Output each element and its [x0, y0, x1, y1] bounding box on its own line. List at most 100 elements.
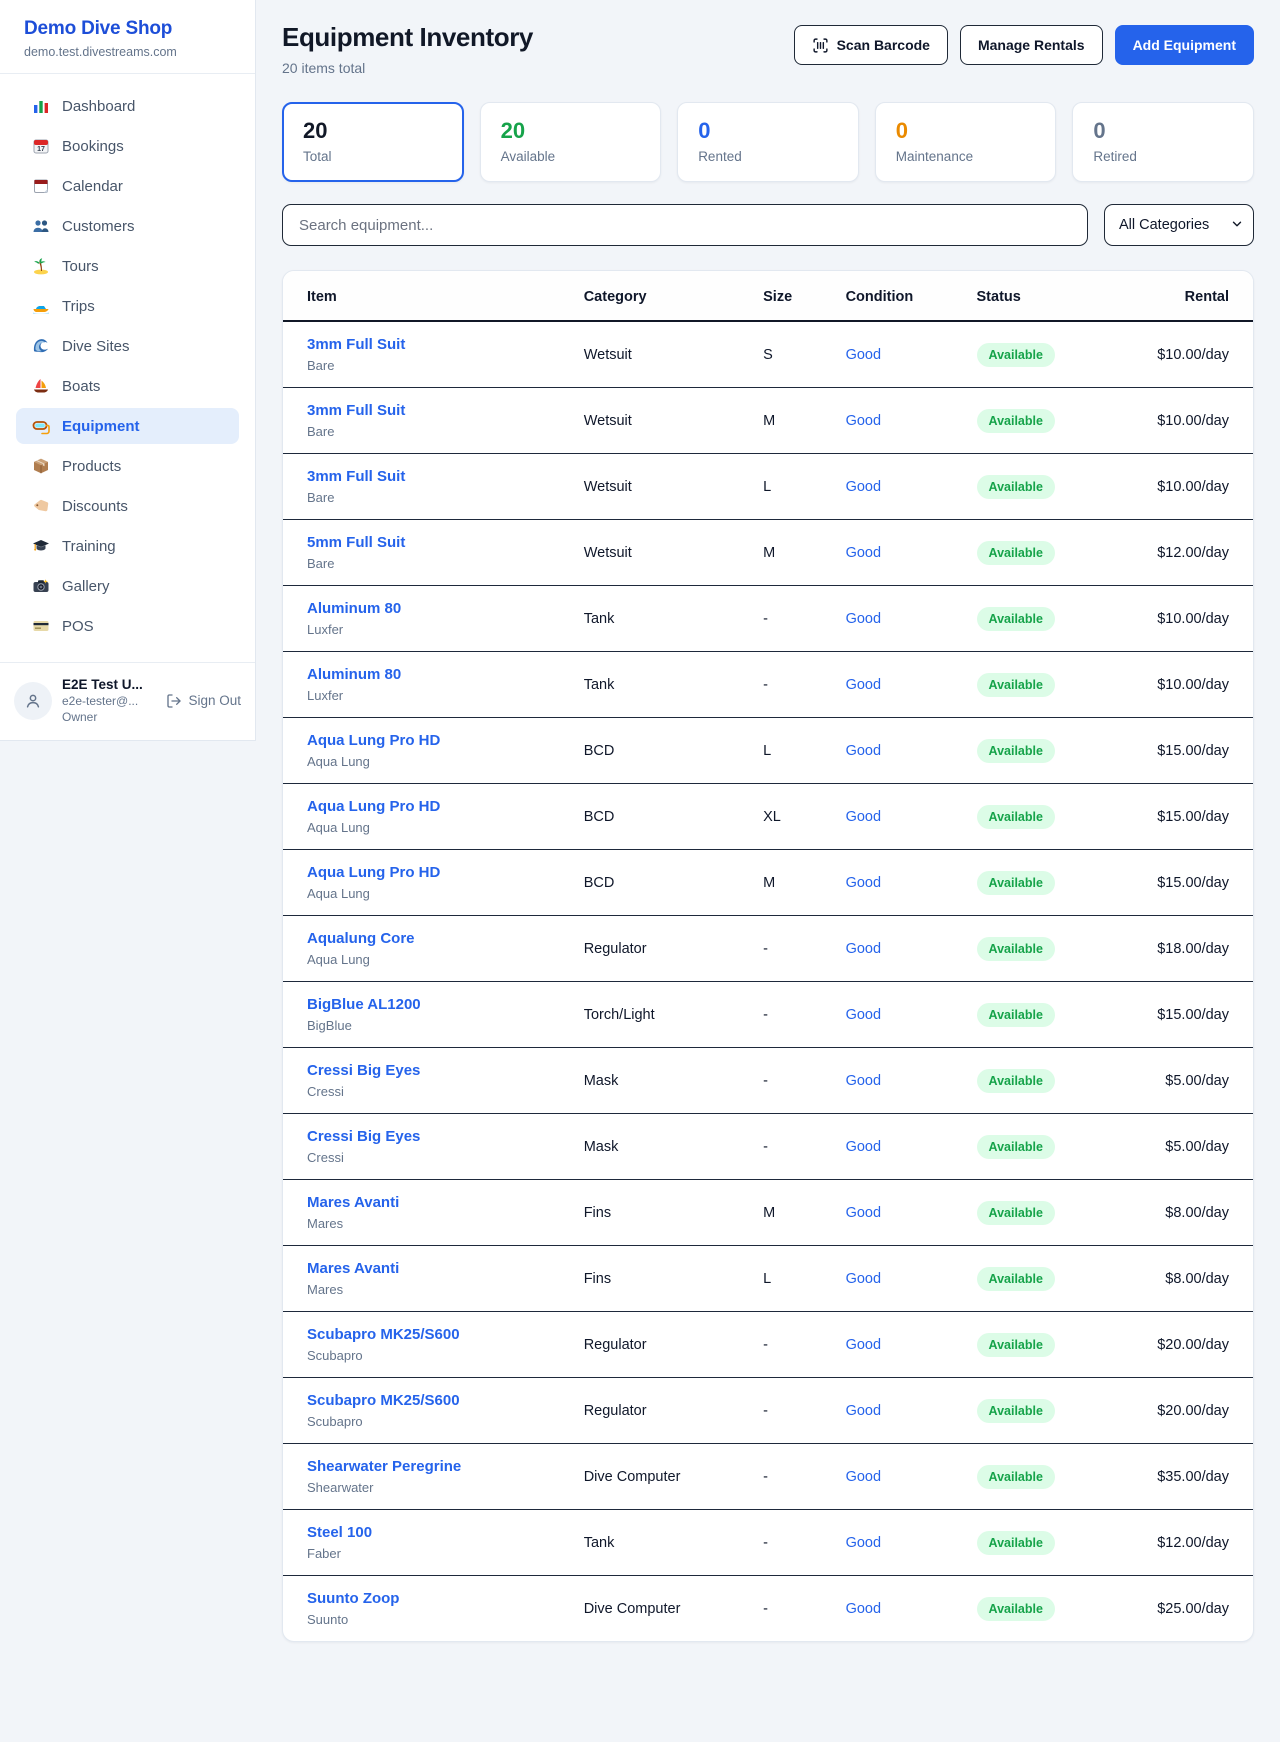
- item-size: L: [763, 1271, 771, 1287]
- rental-price: $15.00/day: [1157, 743, 1229, 759]
- stat-card-available[interactable]: 20 Available: [480, 102, 662, 182]
- condition-link[interactable]: Good: [846, 743, 881, 759]
- item-category: Dive Computer: [584, 1601, 681, 1617]
- item-name-link[interactable]: 3mm Full Suit: [307, 336, 405, 353]
- sidebar: Demo Dive Shop demo.test.divestreams.com…: [0, 0, 256, 741]
- item-category: Regulator: [584, 941, 647, 957]
- condition-link[interactable]: Good: [846, 611, 881, 627]
- sidebar-item-tours[interactable]: Tours: [16, 248, 239, 284]
- manage-rentals-button[interactable]: Manage Rentals: [960, 25, 1103, 65]
- table-row: 3mm Full Suit Bare Wetsuit S Good Availa…: [283, 321, 1253, 388]
- item-name-link[interactable]: Scubapro MK25/S600: [307, 1326, 460, 1343]
- scan-barcode-button[interactable]: Scan Barcode: [794, 25, 948, 65]
- camera-icon: [32, 577, 50, 595]
- item-name-link[interactable]: Mares Avanti: [307, 1194, 399, 1211]
- sidebar-item-products[interactable]: Products: [16, 448, 239, 484]
- item-size: L: [763, 743, 771, 759]
- condition-link[interactable]: Good: [846, 1337, 881, 1353]
- stat-card-rented[interactable]: 0 Rented: [677, 102, 859, 182]
- sidebar-item-training[interactable]: Training: [16, 528, 239, 564]
- condition-link[interactable]: Good: [846, 1271, 881, 1287]
- condition-link[interactable]: Good: [846, 479, 881, 495]
- item-name-link[interactable]: Aluminum 80: [307, 666, 401, 683]
- stat-value: 0: [1093, 118, 1233, 144]
- calendar-pad-icon: [32, 177, 50, 195]
- item-name-link[interactable]: 3mm Full Suit: [307, 468, 405, 485]
- wave-icon: [32, 337, 50, 355]
- stat-card-total[interactable]: 20 Total: [282, 102, 464, 182]
- table-row: Scubapro MK25/S600 Scubapro Regulator - …: [283, 1378, 1253, 1444]
- item-name-link[interactable]: 5mm Full Suit: [307, 534, 405, 551]
- condition-link[interactable]: Good: [846, 1139, 881, 1155]
- condition-link[interactable]: Good: [846, 1469, 881, 1485]
- stat-card-maintenance[interactable]: 0 Maintenance: [875, 102, 1057, 182]
- condition-link[interactable]: Good: [846, 347, 881, 363]
- sidebar-item-equipment[interactable]: Equipment: [16, 408, 239, 444]
- sidebar-item-trips[interactable]: Trips: [16, 288, 239, 324]
- table-row: 5mm Full Suit Bare Wetsuit M Good Availa…: [283, 520, 1253, 586]
- sidebar-item-customers[interactable]: Customers: [16, 208, 239, 244]
- item-name-link[interactable]: Aqua Lung Pro HD: [307, 732, 440, 749]
- item-name-link[interactable]: Cressi Big Eyes: [307, 1062, 420, 1079]
- item-name-link[interactable]: 3mm Full Suit: [307, 402, 405, 419]
- condition-link[interactable]: Good: [846, 1601, 881, 1617]
- item-name-link[interactable]: Aluminum 80: [307, 600, 401, 617]
- add-equipment-label: Add Equipment: [1133, 37, 1236, 53]
- items-total-text: 20 items total: [282, 60, 533, 76]
- sign-out-button[interactable]: Sign Out: [166, 693, 241, 709]
- sidebar-item-bookings[interactable]: 17 Bookings: [16, 128, 239, 164]
- condition-link[interactable]: Good: [846, 1403, 881, 1419]
- condition-link[interactable]: Good: [846, 1535, 881, 1551]
- item-name-link[interactable]: Scubapro MK25/S600: [307, 1392, 460, 1409]
- item-name-link[interactable]: BigBlue AL1200: [307, 996, 421, 1013]
- item-brand: Luxfer: [307, 622, 584, 637]
- sidebar-item-discounts[interactable]: Discounts: [16, 488, 239, 524]
- table-row: Cressi Big Eyes Cressi Mask - Good Avail…: [283, 1048, 1253, 1114]
- condition-link[interactable]: Good: [846, 941, 881, 957]
- item-size: -: [763, 611, 768, 627]
- item-name-link[interactable]: Aqua Lung Pro HD: [307, 864, 440, 881]
- item-name-link[interactable]: Suunto Zoop: [307, 1590, 399, 1607]
- status-badge: Available: [977, 607, 1055, 631]
- stats-row: 20 Total 20 Available 0 Rented 0 Mainten…: [282, 102, 1254, 182]
- condition-link[interactable]: Good: [846, 1073, 881, 1089]
- user-meta: E2E Test U... e2e-tester@... Owner: [62, 677, 156, 724]
- sidebar-item-dive-sites[interactable]: Dive Sites: [16, 328, 239, 364]
- item-category: Wetsuit: [584, 479, 632, 495]
- barcode-icon: [812, 37, 829, 54]
- item-name-link[interactable]: Aqua Lung Pro HD: [307, 798, 440, 815]
- item-category: BCD: [584, 743, 615, 759]
- add-equipment-button[interactable]: Add Equipment: [1115, 25, 1254, 65]
- sidebar-item-calendar[interactable]: Calendar: [16, 168, 239, 204]
- condition-link[interactable]: Good: [846, 875, 881, 891]
- status-badge: Available: [977, 673, 1055, 697]
- condition-link[interactable]: Good: [846, 545, 881, 561]
- condition-link[interactable]: Good: [846, 413, 881, 429]
- condition-link[interactable]: Good: [846, 809, 881, 825]
- user-box: E2E Test U... e2e-tester@... Owner Sign …: [0, 662, 255, 740]
- sidebar-item-label: Discounts: [62, 498, 128, 515]
- condition-link[interactable]: Good: [846, 1007, 881, 1023]
- table-row: Suunto Zoop Suunto Dive Computer - Good …: [283, 1576, 1253, 1642]
- condition-link[interactable]: Good: [846, 1205, 881, 1221]
- condition-link[interactable]: Good: [846, 677, 881, 693]
- item-category: Dive Computer: [584, 1469, 681, 1485]
- item-name-link[interactable]: Steel 100: [307, 1524, 372, 1541]
- sidebar-item-label: Dashboard: [62, 98, 135, 115]
- item-name-link[interactable]: Shearwater Peregrine: [307, 1458, 461, 1475]
- stat-card-retired[interactable]: 0 Retired: [1072, 102, 1254, 182]
- item-brand: Bare: [307, 424, 584, 439]
- sidebar-item-gallery[interactable]: Gallery: [16, 568, 239, 604]
- item-name-link[interactable]: Mares Avanti: [307, 1260, 399, 1277]
- search-input[interactable]: [282, 204, 1088, 246]
- sidebar-item-dashboard[interactable]: Dashboard: [16, 88, 239, 124]
- sidebar-item-pos[interactable]: POS: [16, 608, 239, 644]
- stat-value: 20: [501, 118, 641, 144]
- item-name-link[interactable]: Aqualung Core: [307, 930, 415, 947]
- item-name-link[interactable]: Cressi Big Eyes: [307, 1128, 420, 1145]
- brand-name[interactable]: Demo Dive Shop: [24, 18, 231, 40]
- package-icon: [32, 457, 50, 475]
- scan-barcode-label: Scan Barcode: [837, 37, 930, 53]
- category-select[interactable]: All Categories: [1104, 204, 1254, 246]
- sidebar-item-boats[interactable]: Boats: [16, 368, 239, 404]
